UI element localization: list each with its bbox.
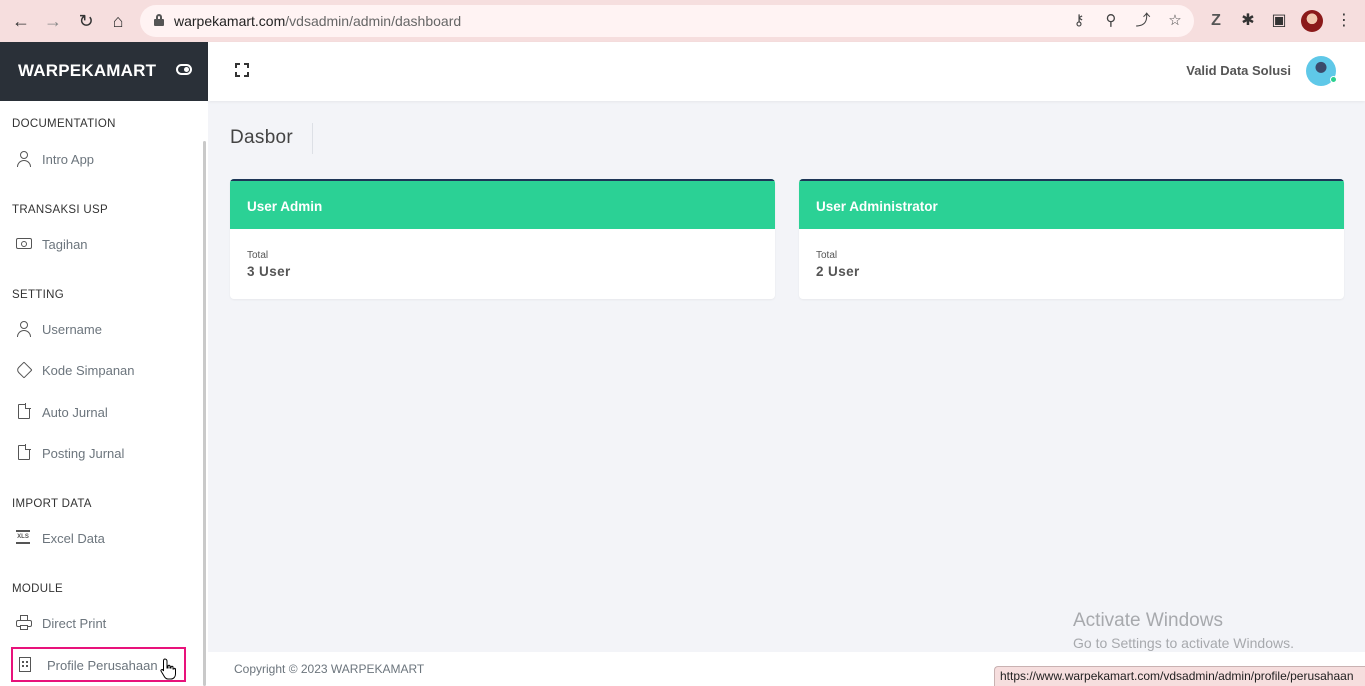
stat-card-user-administrator: User Administrator Total 2 User	[799, 179, 1344, 299]
header-user-name[interactable]: Valid Data Solusi	[1186, 63, 1291, 78]
sidebar-item-tagihan[interactable]: Tagihan	[12, 230, 192, 258]
bookmark-star-icon[interactable]: ☆	[1166, 12, 1184, 30]
browser-menu-icon[interactable]: ⋮	[1333, 10, 1355, 32]
card-header: User Administrator	[799, 179, 1344, 229]
excel-icon: XLS	[16, 530, 30, 544]
printer-icon	[16, 615, 32, 631]
back-arrow-icon[interactable]: ←	[10, 10, 32, 32]
address-bar[interactable]: warpekamart.com/vdsadmin/admin/dashboard…	[140, 5, 1194, 37]
brand-name: WARPEKAMART	[18, 61, 157, 80]
link-status-bar: https://www.warpekamart.com/vdsadmin/adm…	[994, 666, 1365, 686]
reload-icon[interactable]: ↻	[75, 10, 97, 32]
windows-watermark-subtitle: Go to Settings to activate Windows.	[1073, 635, 1294, 651]
sidebar-item-auto-jurnal[interactable]: Auto Jurnal	[12, 398, 192, 426]
money-icon	[16, 238, 32, 249]
section-module: MODULE	[12, 583, 64, 595]
sidebar	[0, 101, 208, 686]
sidebar-item-direct-print[interactable]: Direct Print	[12, 609, 192, 637]
home-icon[interactable]: ⌂	[107, 10, 129, 32]
windows-watermark-title: Activate Windows	[1073, 610, 1223, 631]
online-status-indicator	[1330, 76, 1337, 83]
extensions-puzzle-icon[interactable]: ✱	[1237, 10, 1259, 32]
sidebar-item-posting-jurnal[interactable]: Posting Jurnal	[12, 439, 192, 467]
section-documentation: DOCUMENTATION	[12, 118, 116, 130]
card-header: User Admin	[230, 179, 775, 229]
side-panel-icon[interactable]: ▣	[1268, 10, 1290, 32]
sidebar-item-intro-app[interactable]: Intro App	[12, 145, 192, 173]
section-transaksi-usp: TRANSAKSI USP	[12, 204, 108, 216]
fullscreen-icon[interactable]	[235, 63, 249, 77]
sidebar-item-kode-simpanan[interactable]: Kode Simpanan	[12, 356, 192, 384]
copyright-text: Copyright © 2023 WARPEKAMART	[234, 662, 425, 676]
card-subtitle: Total	[816, 250, 838, 261]
zoom-icon[interactable]: ⚲	[1102, 12, 1120, 30]
key-icon[interactable]: ⚷	[1070, 12, 1088, 30]
stat-card-user-admin: User Admin Total 3 User	[230, 179, 775, 299]
card-value: 2 User	[816, 264, 860, 279]
card-subtitle: Total	[247, 250, 269, 261]
card-title: User Administrator	[816, 199, 938, 214]
hand-cursor-icon	[160, 658, 176, 680]
extension-z-icon[interactable]: Z	[1205, 10, 1227, 32]
building-icon	[19, 657, 31, 672]
title-divider	[312, 123, 313, 154]
top-header: Valid Data Solusi	[208, 42, 1365, 101]
sidebar-scrollbar[interactable]	[203, 141, 206, 686]
browser-profile-avatar[interactable]	[1301, 10, 1323, 32]
share-icon[interactable]: ⤴	[1134, 12, 1152, 30]
card-title: User Admin	[247, 199, 323, 214]
card-value: 3 User	[247, 264, 291, 279]
user-icon	[16, 151, 32, 167]
sidebar-toggle-icon[interactable]	[176, 64, 192, 75]
file-icon	[18, 403, 31, 419]
brand-header: WARPEKAMART	[0, 42, 208, 101]
section-setting: SETTING	[12, 289, 64, 301]
user-icon	[16, 321, 32, 337]
browser-toolbar: ← → ↻ ⌂ warpekamart.com/vdsadmin/admin/d…	[0, 0, 1365, 42]
file-icon	[18, 444, 31, 460]
lock-icon	[154, 14, 164, 26]
page-title: Dasbor	[230, 127, 294, 148]
section-import-data: IMPORT DATA	[12, 498, 92, 510]
tag-icon	[15, 361, 33, 379]
forward-arrow-icon[interactable]: →	[42, 10, 64, 32]
sidebar-item-excel-data[interactable]: XLS Excel Data	[12, 524, 192, 552]
sidebar-item-username[interactable]: Username	[12, 315, 192, 343]
url-text: warpekamart.com/vdsadmin/admin/dashboard	[174, 13, 462, 29]
